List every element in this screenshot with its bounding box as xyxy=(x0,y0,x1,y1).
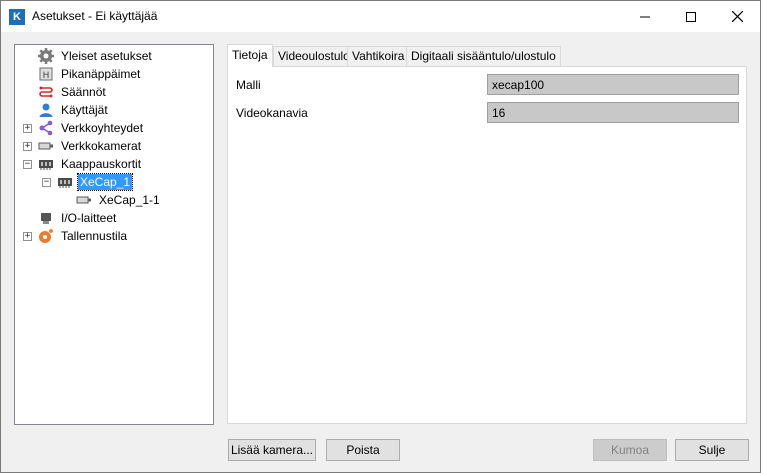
minimize-button[interactable] xyxy=(622,1,668,32)
tree-item-label: Yleiset asetukset xyxy=(61,49,152,63)
tab-panel-info: Malli Videokanavia xyxy=(227,66,747,424)
app-icon: K xyxy=(9,9,25,25)
storage-icon xyxy=(38,228,54,244)
user-icon xyxy=(38,102,54,118)
tree-item-label: I/O-laitteet xyxy=(61,211,117,225)
gear-icon xyxy=(38,48,54,64)
close-button[interactable]: Sulje xyxy=(675,439,749,461)
tree-item-label: XeCap_1 xyxy=(76,173,134,191)
tab-video-output[interactable]: Videoulostulo xyxy=(273,46,355,66)
tree-item-io-devices[interactable]: I/O-laitteet xyxy=(38,209,118,227)
undo-button[interactable]: Kumoa xyxy=(593,439,667,461)
tab-digital-io[interactable]: Digitaali sisääntulo/ulostulo xyxy=(406,46,561,66)
maximize-icon xyxy=(686,11,696,22)
tree-item-label: Verkkoyhteydet xyxy=(61,121,144,135)
add-camera-button[interactable]: Lisää kamera... xyxy=(228,439,316,461)
window-title: Asetukset - Ei käyttäjää xyxy=(32,9,158,23)
settings-window: K Asetukset - Ei käyttäjää Yleiset asetu… xyxy=(0,0,761,473)
tree-item-label: XeCap_1-1 xyxy=(99,193,160,207)
video-channels-label: Videokanavia xyxy=(236,106,308,120)
camera-icon xyxy=(76,192,92,208)
tree-item-hotkeys[interactable]: H Pikanäppäimet xyxy=(38,65,142,83)
expand-toggle[interactable]: + xyxy=(23,232,32,241)
tree-item-network[interactable]: Verkkoyhteydet xyxy=(38,119,145,137)
title-bar[interactable]: K Asetukset - Ei käyttäjää xyxy=(1,1,760,32)
tree-item-label: Säännöt xyxy=(61,85,106,99)
tree-item-label: Pikanäppäimet xyxy=(61,67,141,81)
tree-item-xecap-1-1[interactable]: XeCap_1-1 xyxy=(76,191,162,209)
close-window-button[interactable] xyxy=(714,1,760,32)
tree-item-capture-cards[interactable]: Kaappauskortit xyxy=(38,155,143,173)
tree-item-label: Verkkokamerat xyxy=(61,139,142,153)
collapse-toggle[interactable]: − xyxy=(42,178,51,187)
model-label: Malli xyxy=(236,78,261,92)
tree-item-label: Tallennustila xyxy=(61,229,128,243)
minimize-icon xyxy=(640,16,650,17)
capture-card-icon xyxy=(38,156,54,172)
tab-watchdog[interactable]: Vahtikoira xyxy=(347,46,410,66)
svg-text:H: H xyxy=(43,71,50,81)
tree-item-xecap-1[interactable]: XeCap_1 xyxy=(57,173,134,191)
camera-icon xyxy=(38,138,54,154)
tree-item-users[interactable]: Käyttäjät xyxy=(38,101,110,119)
tree-item-general[interactable]: Yleiset asetukset xyxy=(38,47,154,65)
rules-icon xyxy=(38,84,54,100)
capture-card-icon xyxy=(57,174,73,190)
io-device-icon xyxy=(38,210,54,226)
expand-toggle[interactable]: + xyxy=(23,124,32,133)
collapse-toggle[interactable]: − xyxy=(23,160,32,169)
tab-info[interactable]: Tietoja xyxy=(227,44,273,67)
delete-button[interactable]: Poista xyxy=(326,439,400,461)
model-field[interactable] xyxy=(487,74,739,95)
tree-item-label: Kaappauskortit xyxy=(61,157,142,171)
video-channels-field[interactable] xyxy=(487,102,739,123)
settings-tree[interactable]: Yleiset asetukset H Pikanäppäimet Säännö… xyxy=(14,44,214,425)
maximize-button[interactable] xyxy=(668,1,714,32)
close-icon xyxy=(731,11,743,22)
tree-item-label: Käyttäjät xyxy=(61,103,108,117)
hotkey-icon: H xyxy=(38,66,54,82)
tree-item-network-cameras[interactable]: Verkkokamerat xyxy=(38,137,143,155)
expand-toggle[interactable]: + xyxy=(23,142,32,151)
network-icon xyxy=(38,120,54,136)
tree-item-storage[interactable]: Tallennustila xyxy=(38,227,129,245)
tree-item-rules[interactable]: Säännöt xyxy=(38,83,108,101)
